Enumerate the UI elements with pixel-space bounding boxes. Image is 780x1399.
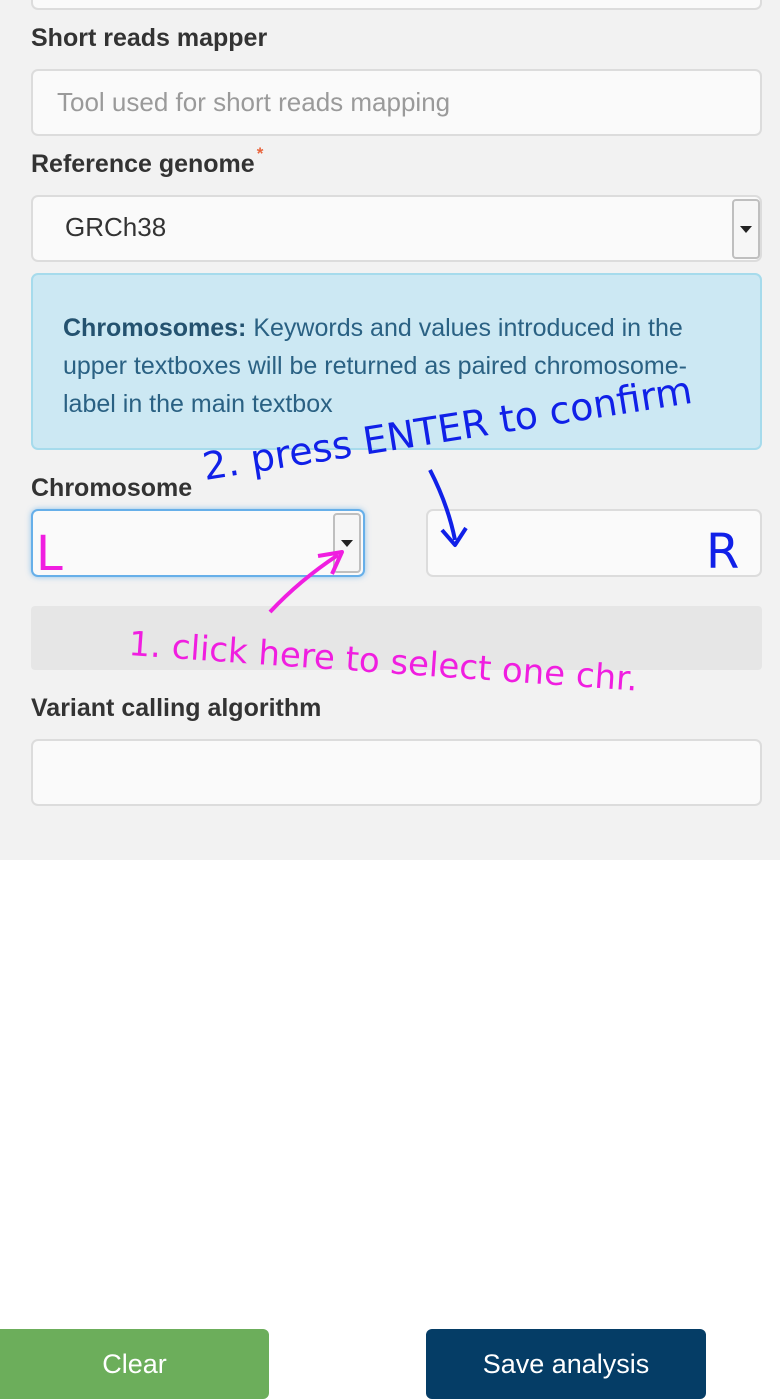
- short-reads-mapper-input[interactable]: Tool used for short reads mapping: [31, 69, 762, 136]
- previous-field[interactable]: [31, 0, 762, 10]
- chromosome-label: Chromosome: [31, 474, 193, 502]
- info-title: Chromosomes:: [63, 314, 247, 342]
- variant-calling-label: Variant calling algorithm: [31, 694, 322, 722]
- chromosome-main-textbox[interactable]: [31, 606, 762, 670]
- reference-genome-dropdown-button[interactable]: [732, 199, 760, 259]
- short-reads-mapper-label: Short reads mapper: [31, 24, 268, 52]
- reference-genome-label: Reference genome *: [31, 144, 263, 179]
- save-analysis-button[interactable]: Save analysis: [426, 1329, 706, 1399]
- short-reads-mapper-placeholder: Tool used for short reads mapping: [57, 87, 451, 117]
- chromosome-dropdown-button[interactable]: [333, 513, 361, 573]
- reference-genome-select[interactable]: GRCh38: [31, 195, 762, 262]
- chromosome-label-input[interactable]: [426, 509, 762, 577]
- reference-genome-value: GRCh38: [65, 212, 167, 242]
- chromosomes-info-box: Chromosomes: Keywords and values introdu…: [31, 273, 762, 450]
- required-marker: *: [256, 144, 264, 163]
- chevron-down-icon: [740, 225, 752, 233]
- chevron-down-icon: [341, 539, 353, 547]
- variant-calling-input[interactable]: [31, 739, 762, 806]
- clear-button[interactable]: Clear: [0, 1329, 269, 1399]
- reference-genome-label-text: Reference genome: [31, 150, 255, 178]
- chromosome-select[interactable]: [31, 509, 365, 577]
- form-panel: Short reads mapper Tool used for short r…: [0, 0, 780, 860]
